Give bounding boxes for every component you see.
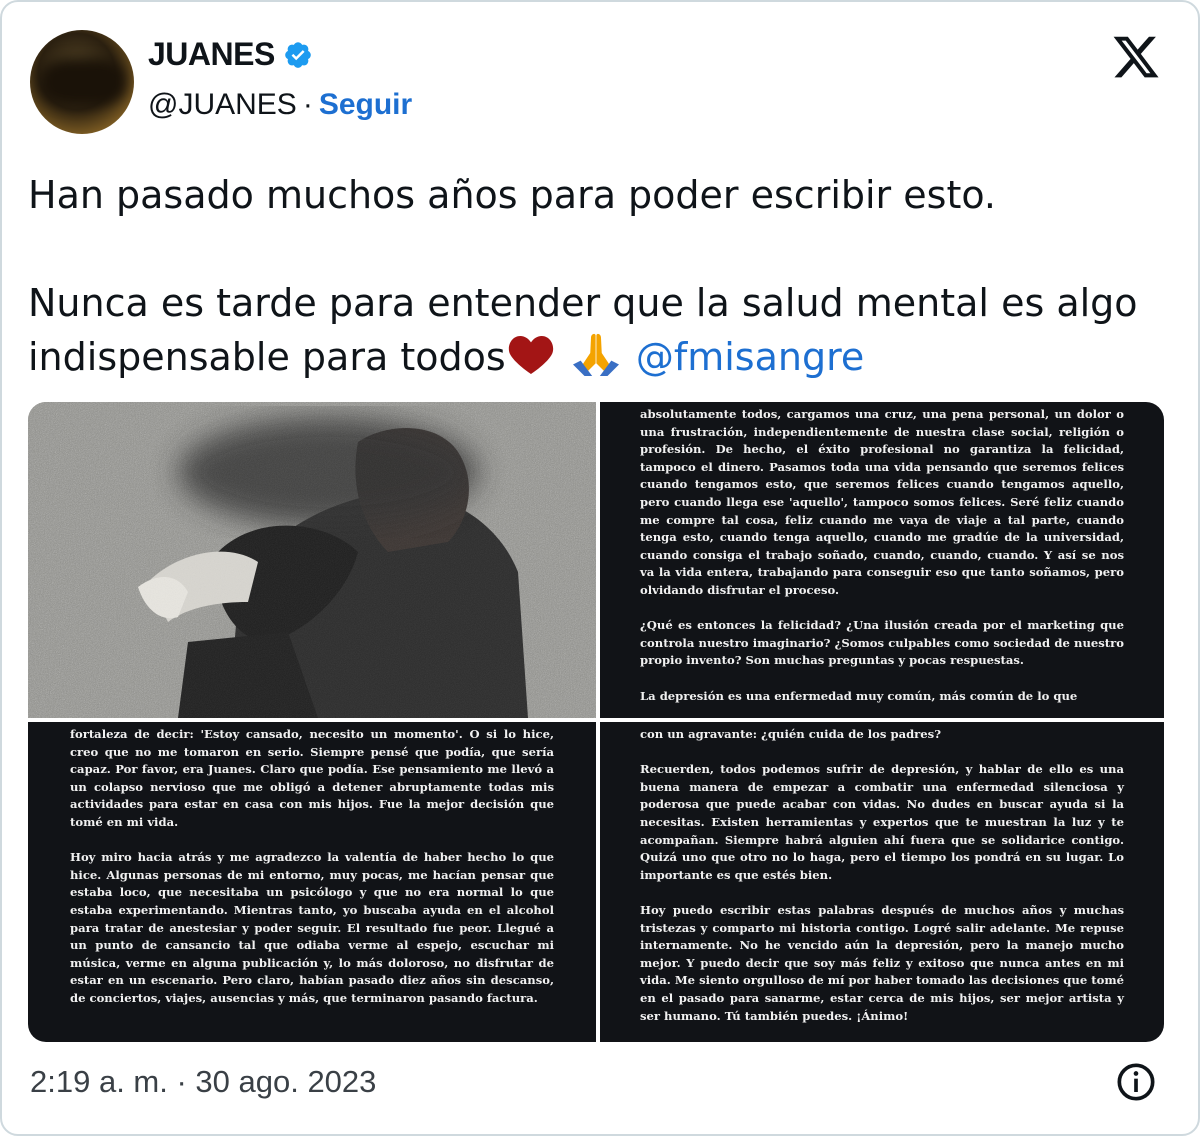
panel-2-paragraph-3: La depresión es una enfermedad muy común… — [640, 688, 1078, 703]
x-logo-icon[interactable] — [1110, 32, 1162, 82]
avatar[interactable] — [30, 30, 134, 134]
panel-3-paragraph-2: Hoy miro hacia atrás y me agradezco la v… — [70, 850, 554, 1005]
author-handle[interactable]: @JUANES — [148, 88, 297, 122]
separator: · — [302, 88, 313, 121]
tweet-text: Han pasado muchos años para poder escrib… — [28, 168, 1178, 384]
cut-off-text — [68, 722, 552, 725]
timestamp[interactable]: 2:19 a. m. · 30 ago. 2023 — [30, 1064, 376, 1100]
panel-2-paragraph-2: ¿Qué es entonces la felicidad? ¿Una ilus… — [640, 618, 1124, 668]
folded-hands-emoji-icon — [572, 333, 619, 376]
media-grid[interactable]: absolutamente todos, cargamos una cruz, … — [28, 402, 1164, 1042]
tweet-card: JUANES @JUANES · Seguir Han pasado mucho… — [0, 0, 1200, 1136]
panel-4-paragraph-2: Recuerden, todos podemos sufrir de depre… — [640, 762, 1124, 882]
cut-off-text — [640, 402, 1124, 405]
handle-row: @JUANES · Seguir — [148, 88, 412, 122]
panel-4-paragraph-3: Hoy puedo escribir estas palabras despué… — [640, 902, 1124, 1023]
mention-link[interactable]: @fmisangre — [636, 335, 864, 379]
panel-3-text: fortaleza de decir: 'Estoy cansado, nece… — [70, 726, 554, 1025]
panel-4-paragraph-1: con un agravante: ¿quién cuida de los pa… — [640, 727, 941, 741]
follow-button[interactable]: Seguir — [319, 88, 412, 122]
author-name-row[interactable]: JUANES — [148, 36, 313, 73]
panel-2-paragraph-1: absolutamente todos, cargamos una cruz, … — [640, 407, 1124, 597]
media-text-panel-4[interactable]: con un agravante: ¿quién cuida de los pa… — [600, 722, 1164, 1042]
media-text-panel-2[interactable]: absolutamente todos, cargamos una cruz, … — [600, 402, 1164, 718]
red-heart-emoji-icon — [508, 336, 553, 374]
panel-2-text: absolutamente todos, cargamos una cruz, … — [640, 406, 1124, 718]
tweet-line-3: indispensable para todos @fmisangre — [28, 330, 1178, 384]
author-name[interactable]: JUANES — [148, 36, 275, 73]
media-photo[interactable] — [28, 402, 596, 718]
media-text-panel-3[interactable]: fortaleza de decir: 'Estoy cansado, nece… — [28, 722, 596, 1042]
tweet-line-2: Nunca es tarde para entender que la salu… — [28, 281, 1138, 325]
panel-4-text: con un agravante: ¿quién cuida de los pa… — [640, 726, 1124, 1042]
photo-illustration — [28, 402, 596, 718]
panel-3-paragraph-1: fortaleza de decir: 'Estoy cansado, nece… — [70, 727, 554, 829]
avatar-blur — [40, 58, 126, 106]
tweet-line-1: Han pasado muchos años para poder escrib… — [28, 173, 996, 217]
verified-badge-icon — [285, 41, 311, 68]
tweet-line-3-text: indispensable para todos — [28, 335, 506, 379]
info-icon[interactable] — [1116, 1062, 1156, 1102]
